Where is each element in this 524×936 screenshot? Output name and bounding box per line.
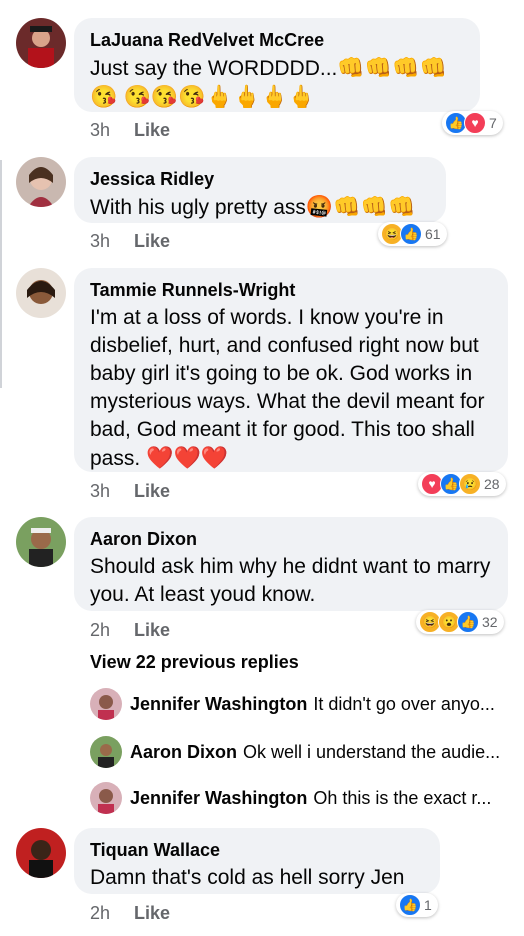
reaction-count: 1	[424, 897, 432, 913]
comment-author[interactable]: Aaron Dixon	[90, 527, 492, 551]
comment-time[interactable]: 3h	[90, 481, 110, 501]
reply-text: Ok well i understand the audie...	[243, 741, 501, 762]
comment-text: Just say the WORDDDD...👊👊👊👊😘 😘😘😘🖕🖕🖕🖕	[90, 55, 447, 109]
reply-preview[interactable]: Jennifer Washington It didn't go over an…	[90, 688, 495, 720]
avatar[interactable]	[16, 268, 66, 318]
like-button[interactable]: Like	[134, 120, 170, 140]
comment-time[interactable]: 3h	[90, 231, 110, 251]
love-icon: ♥	[464, 112, 486, 134]
reply-author: Jennifer Washington	[130, 693, 308, 714]
avatar	[90, 782, 122, 814]
like-button[interactable]: Like	[134, 620, 170, 640]
comment-time[interactable]: 3h	[90, 120, 110, 140]
like-button[interactable]: Like	[134, 231, 170, 251]
comment-text: I'm at a loss of words. I know you're in…	[90, 306, 485, 470]
reply-preview[interactable]: Aaron Dixon Ok well i understand the aud…	[90, 736, 500, 768]
emoji-text: ❤️❤️❤️	[146, 445, 229, 470]
comment-bubble: Tiquan Wallace Damn that's cold as hell …	[74, 828, 440, 894]
comment-actions: 3h Like	[90, 120, 194, 141]
comment-bubble: Aaron Dixon Should ask him why he didnt …	[74, 517, 508, 611]
comment-author[interactable]: LaJuana RedVelvet McCree	[90, 28, 464, 52]
avatar[interactable]	[16, 517, 66, 567]
reaction-summary[interactable]: 😆 😮 👍 32	[416, 610, 504, 634]
comment-text: Damn that's cold as hell sorry Jen	[90, 866, 405, 889]
comment-author[interactable]: Tiquan Wallace	[90, 838, 424, 862]
reaction-count: 28	[484, 476, 500, 492]
comment-actions: 2h Like	[90, 620, 194, 641]
reaction-summary[interactable]: ♥ 👍 😢 28	[418, 472, 506, 496]
like-button[interactable]: Like	[134, 903, 170, 923]
reply-author: Jennifer Washington	[130, 787, 308, 808]
comment-time[interactable]: 2h	[90, 620, 110, 640]
avatar[interactable]	[16, 157, 66, 207]
reply-author: Aaron Dixon	[130, 741, 238, 762]
comment-author[interactable]: Jessica Ridley	[90, 167, 430, 191]
comment-text: With his ugly pretty ass🤬👊👊👊	[90, 194, 416, 219]
comment-actions: 2h Like	[90, 903, 194, 924]
comment-time[interactable]: 2h	[90, 903, 110, 923]
sad-icon: 😢	[459, 473, 481, 495]
avatar	[90, 688, 122, 720]
comment-author[interactable]: Tammie Runnels-Wright	[90, 278, 492, 302]
reply-text: It didn't go over anyo...	[313, 693, 495, 714]
reaction-summary[interactable]: 😆 👍 61	[378, 222, 447, 246]
comment-actions: 3h Like	[90, 481, 194, 502]
comment-bubble: Jessica Ridley With his ugly pretty ass🤬…	[74, 157, 446, 223]
view-previous-replies-link[interactable]: View 22 previous replies	[90, 652, 299, 673]
like-button[interactable]: Like	[134, 481, 170, 501]
avatar[interactable]	[16, 828, 66, 878]
avatar[interactable]	[16, 18, 66, 68]
like-icon: 👍	[457, 611, 479, 633]
comment-actions: 3h Like	[90, 231, 194, 252]
reaction-count: 7	[489, 115, 497, 131]
reaction-count: 32	[482, 614, 498, 630]
avatar	[90, 736, 122, 768]
left-edge-divider	[0, 160, 2, 388]
comment-bubble: LaJuana RedVelvet McCree Just say the WO…	[74, 18, 480, 112]
emoji-text: 🤬👊👊👊	[305, 194, 416, 219]
reply-preview[interactable]: Jennifer Washington Oh this is the exact…	[90, 782, 491, 814]
reply-text: Oh this is the exact r...	[313, 787, 492, 808]
reaction-summary[interactable]: 👍 1	[396, 893, 438, 917]
reaction-count: 61	[425, 226, 441, 242]
reaction-summary[interactable]: 👍 ♥ 7	[442, 111, 503, 135]
like-icon: 👍	[400, 223, 422, 245]
like-icon: 👍	[399, 894, 421, 916]
comment-bubble: Tammie Runnels-Wright I'm at a loss of w…	[74, 268, 508, 472]
comment-text: Should ask him why he didnt want to marr…	[90, 555, 491, 606]
